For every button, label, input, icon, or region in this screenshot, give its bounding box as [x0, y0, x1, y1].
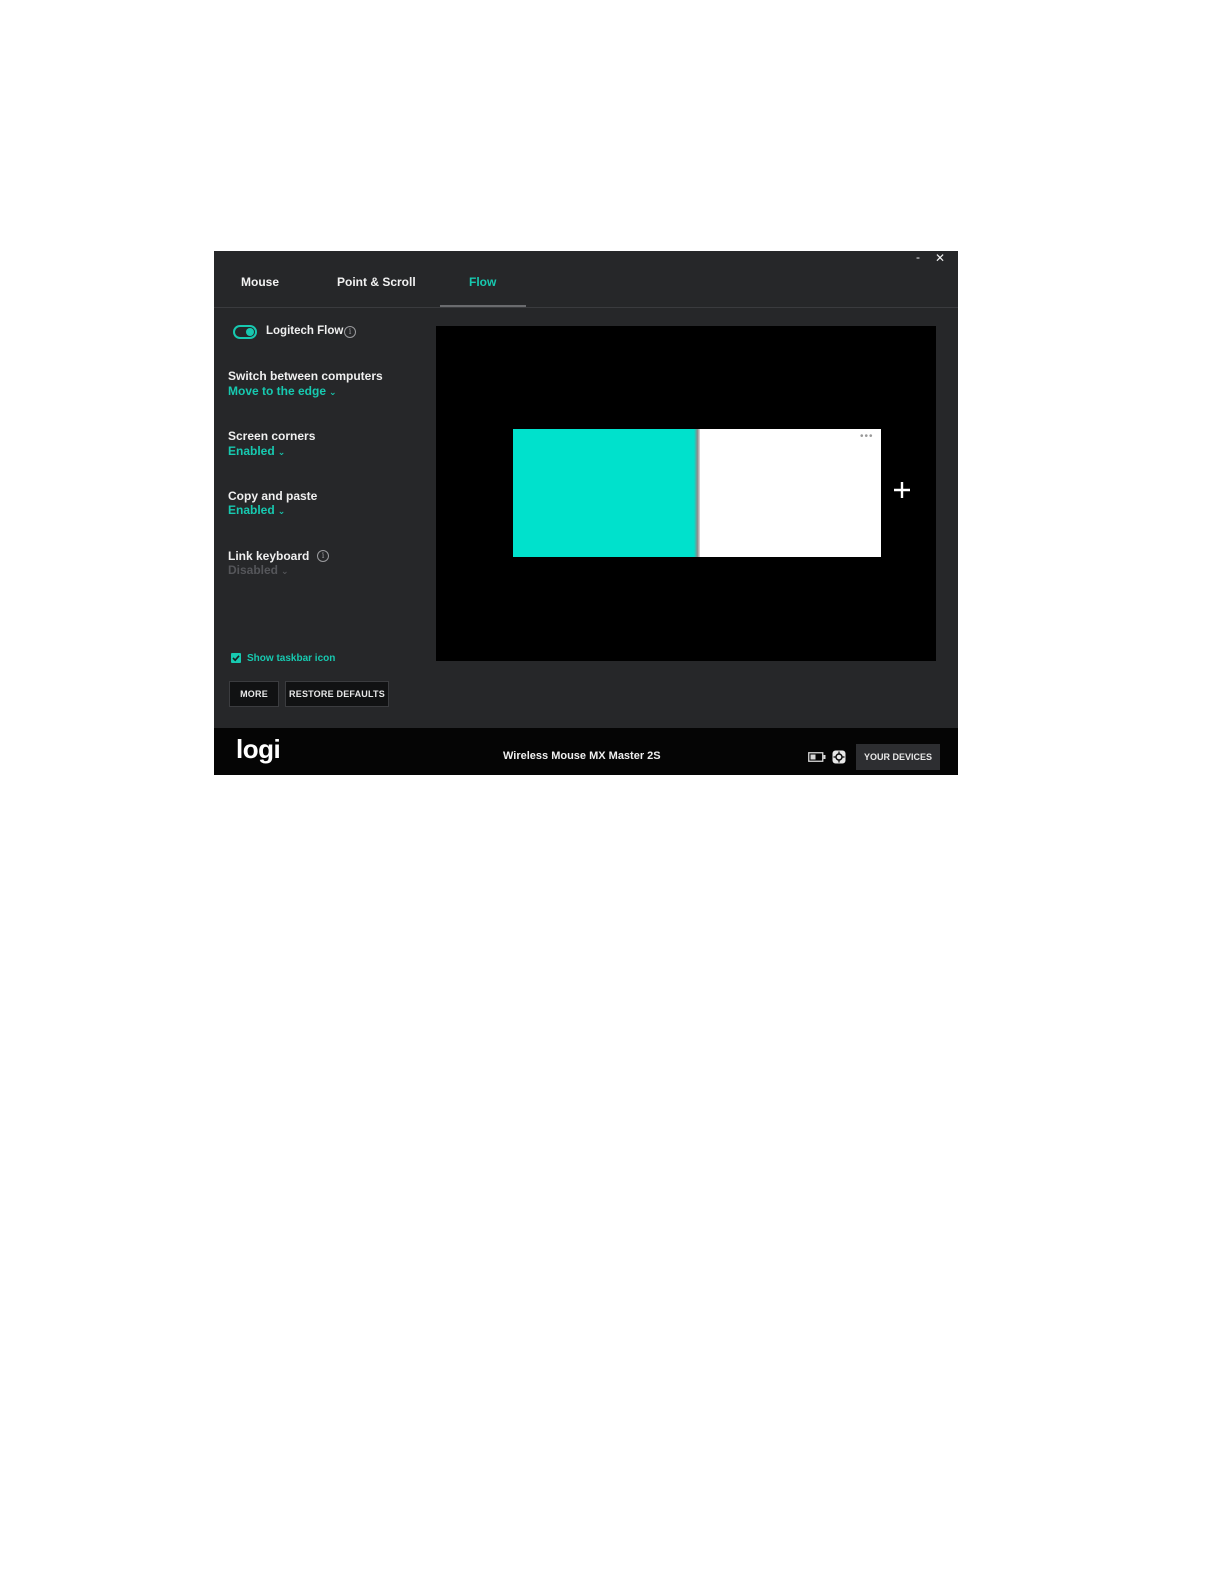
minimize-button[interactable]: -	[916, 250, 920, 264]
chevron-down-icon: ⌄	[281, 566, 289, 576]
logitech-flow-toggle[interactable]	[233, 325, 257, 339]
tab-bar: Mouse Point & Scroll Flow - ✕	[214, 250, 958, 308]
more-button[interactable]: MORE	[229, 681, 279, 707]
switch-computers-value: Move to the edge	[228, 384, 327, 398]
close-button[interactable]: ✕	[935, 251, 945, 265]
chevron-down-icon: ⌄	[277, 447, 286, 457]
active-tab-indicator	[440, 305, 526, 307]
logitech-flow-label: Logitech Flow	[266, 325, 344, 337]
copy-paste-value: Enabled	[228, 503, 275, 517]
switch-computers-title: Switch between computers	[228, 369, 383, 383]
unifying-receiver-icon	[832, 750, 846, 764]
logitech-flow-info-icon[interactable]: i	[344, 326, 356, 338]
add-computer-icon[interactable]	[892, 480, 912, 500]
device-name: Wireless Mouse MX Master 2S	[503, 750, 661, 762]
link-keyboard-title: Link keyboard	[228, 549, 310, 563]
logi-logo: logi	[236, 734, 281, 764]
switch-computers-dropdown[interactable]: Move to the edge ⌄	[228, 384, 337, 398]
battery-icon	[808, 752, 826, 762]
chevron-down-icon: ⌄	[329, 387, 337, 397]
toggle-knob	[246, 328, 254, 336]
link-keyboard-value: Disabled	[228, 563, 279, 577]
link-keyboard-dropdown: Disabled ⌄	[228, 563, 289, 577]
flow-screen-layout: •••	[436, 326, 936, 661]
checkmark-icon	[232, 655, 240, 662]
tab-mouse[interactable]: Mouse	[241, 275, 279, 289]
screen-this-computer[interactable]	[513, 429, 699, 557]
show-taskbar-label: Show taskbar icon	[247, 653, 336, 664]
tab-flow[interactable]: Flow	[469, 275, 496, 289]
copy-paste-dropdown[interactable]: Enabled ⌄	[228, 503, 285, 517]
link-keyboard-info-icon[interactable]: i	[317, 550, 329, 562]
screen-other-computer[interactable]	[700, 429, 881, 557]
screen-corners-value: Enabled	[228, 444, 275, 458]
restore-defaults-button[interactable]: RESTORE DEFAULTS	[285, 681, 389, 707]
your-devices-button[interactable]: YOUR DEVICES	[856, 744, 940, 770]
show-taskbar-checkbox[interactable]	[231, 653, 241, 663]
chevron-down-icon: ⌄	[277, 506, 286, 516]
screen-more-options-icon[interactable]: •••	[860, 431, 874, 442]
logi-options-window: Mouse Point & Scroll Flow - ✕ Logitech F…	[214, 250, 958, 775]
screen-corners-title: Screen corners	[228, 429, 316, 443]
copy-paste-title: Copy and paste	[228, 489, 318, 503]
tab-point-and-scroll[interactable]: Point & Scroll	[337, 275, 416, 289]
screen-corners-dropdown[interactable]: Enabled ⌄	[228, 444, 285, 458]
footer-bar: logi Wireless Mouse MX Master 2S YOUR DE…	[214, 728, 958, 775]
